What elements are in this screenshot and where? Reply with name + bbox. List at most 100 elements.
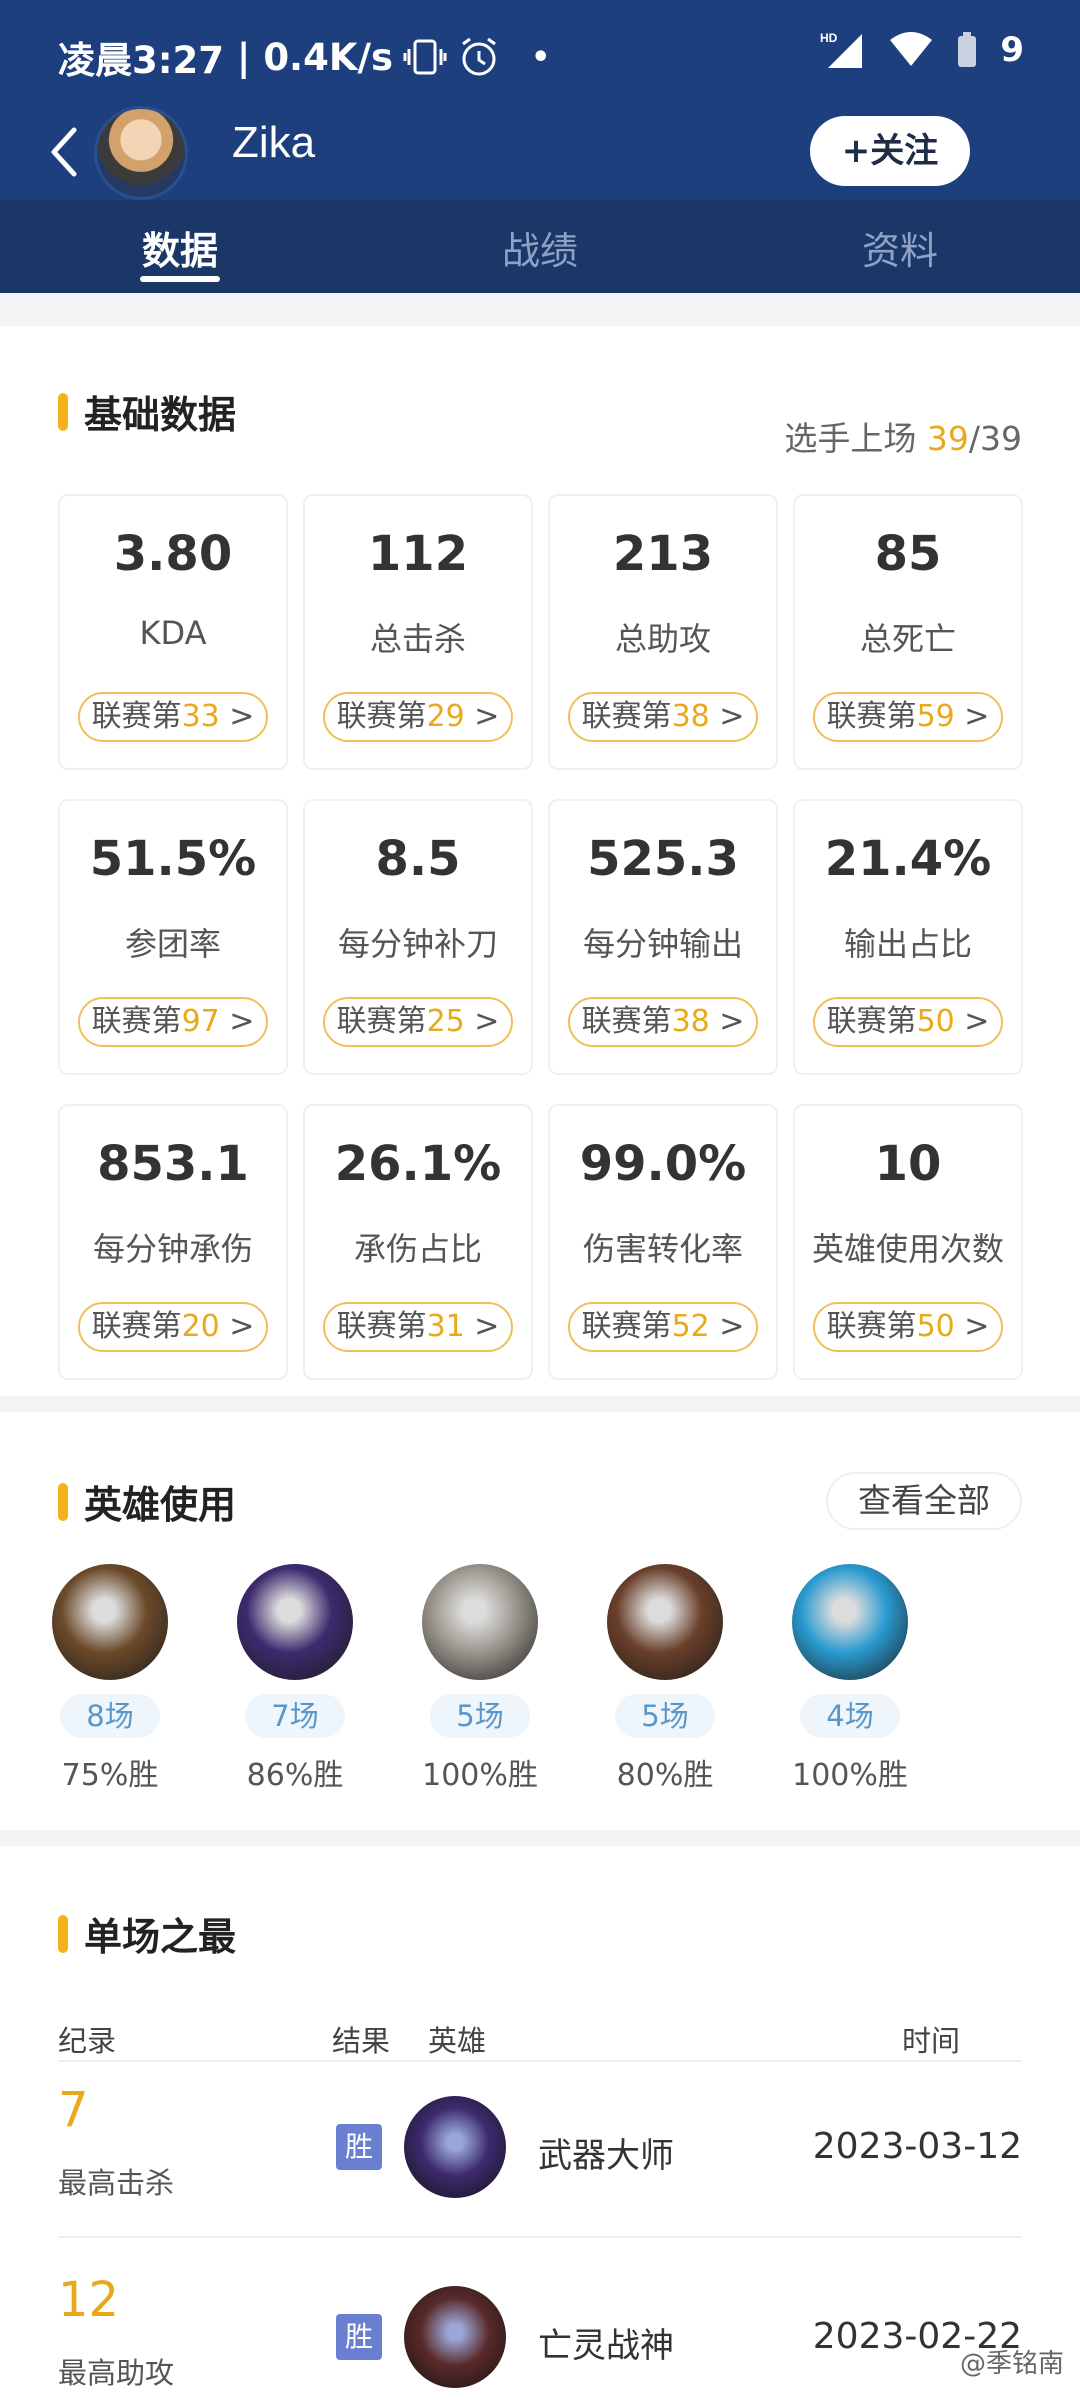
- rank-number: 50: [916, 1004, 955, 1039]
- stat-label: 参团率: [124, 925, 221, 963]
- stat-value: 112: [367, 526, 469, 582]
- league-rank-pill[interactable]: 联赛第38 >: [568, 997, 758, 1047]
- league-rank-pill[interactable]: 联赛第33 >: [78, 692, 268, 742]
- stat-box: 51.5% 参团率联赛第97 >: [58, 799, 288, 1075]
- player-name: Zika: [232, 118, 316, 167]
- league-rank-pill[interactable]: 联赛第97 >: [78, 997, 268, 1047]
- battery-icon: [958, 32, 977, 67]
- stat-label: 每分钟补刀: [337, 925, 498, 963]
- rank-number: 52: [671, 1309, 710, 1344]
- svg-text:HD: HD: [820, 31, 838, 45]
- played-total: /39: [968, 419, 1022, 458]
- stat-label: 承伤占比: [353, 1230, 482, 1268]
- rank-prefix: 联赛第: [581, 1004, 672, 1039]
- follow-button[interactable]: +关注: [810, 116, 970, 186]
- tab-record[interactable]: 战绩: [440, 220, 640, 275]
- rank-prefix: 联赛第: [826, 1004, 917, 1039]
- result-badge: 胜: [336, 2314, 382, 2360]
- player-avatar[interactable]: [94, 106, 188, 200]
- league-rank-pill[interactable]: 联赛第20 >: [78, 1302, 268, 1352]
- rank-number: 38: [671, 699, 710, 734]
- stat-box: 99.0% 伤害转化率联赛第52 >: [548, 1104, 778, 1380]
- view-all-button[interactable]: 查看全部: [826, 1472, 1022, 1530]
- hero-portrait: [607, 1564, 723, 1680]
- league-rank-pill[interactable]: 联赛第29 >: [323, 692, 513, 742]
- chevron-right-icon: >: [474, 699, 500, 734]
- league-rank-pill[interactable]: 联赛第50 >: [813, 1302, 1003, 1352]
- active-tab-indicator: [140, 276, 220, 282]
- stat-box: 213 总助攻联赛第38 >: [548, 494, 778, 770]
- hero-usage-title-text: 英雄使用: [84, 1483, 237, 1527]
- chevron-right-icon: >: [474, 1309, 500, 1344]
- rank-number: 31: [426, 1309, 465, 1344]
- record-date: 2023-03-12: [812, 2126, 1022, 2167]
- stat-box: 21.4% 输出占比 联赛第50 >: [793, 799, 1023, 1075]
- stat-box: 525.3 每分钟输出 联赛第38 >: [548, 799, 778, 1075]
- league-rank-pill[interactable]: 联赛第50 >: [813, 997, 1003, 1047]
- status-separator: |: [224, 35, 264, 79]
- hero-item[interactable]: 7场 86%胜: [205, 1564, 385, 1794]
- stat-label: 输出占比: [843, 925, 972, 963]
- rank-number: 29: [426, 699, 465, 734]
- record-value: 7: [58, 2082, 89, 2138]
- hero-item[interactable]: 5场 80%胜: [575, 1564, 755, 1794]
- hero-item[interactable]: 8场 75%胜: [20, 1564, 200, 1794]
- rank-prefix: 联赛第: [826, 1309, 917, 1344]
- rank-number: 20: [181, 1309, 220, 1344]
- stat-box: 3.80 KDA 联赛第33 >: [58, 494, 288, 770]
- league-rank-pill[interactable]: 联赛第38 >: [568, 692, 758, 742]
- rank-prefix: 联赛第: [336, 1004, 427, 1039]
- hero-item[interactable]: 4场 100%胜: [760, 1564, 940, 1794]
- status-right: HD 9: [820, 30, 1024, 70]
- rank-prefix: 联赛第: [91, 699, 182, 734]
- status-time: 凌晨3:27: [58, 39, 225, 82]
- stat-box: 10 英雄使用次数 联赛第50 >: [793, 1104, 1023, 1380]
- row-divider: [58, 2236, 1022, 2238]
- chevron-right-icon: >: [719, 1309, 745, 1344]
- tab-profile[interactable]: 资料: [800, 220, 1000, 275]
- result-badge: 胜: [336, 2124, 382, 2170]
- hero-portrait: [422, 1564, 538, 1680]
- row-divider: [58, 2060, 1022, 2062]
- hero-games-badge: 5场: [430, 1694, 530, 1738]
- stat-value: 51.5%: [89, 831, 257, 887]
- tab-data[interactable]: 数据: [80, 220, 280, 275]
- stat-label: 伤害转化率: [582, 1230, 743, 1268]
- league-rank-pill[interactable]: 联赛第52 >: [568, 1302, 758, 1352]
- rank-number: 25: [426, 1004, 465, 1039]
- nav-bar: Zika +关注: [0, 102, 1080, 200]
- stat-value: 853.1: [97, 1136, 249, 1192]
- league-rank-pill[interactable]: 联赛第25 >: [323, 997, 513, 1047]
- back-icon[interactable]: [44, 124, 84, 180]
- record-value: 12: [58, 2272, 120, 2328]
- stat-value: 213: [612, 526, 714, 582]
- hero-portrait: [237, 1564, 353, 1680]
- played-value: 39: [926, 419, 969, 458]
- hero-portrait[interactable]: [404, 2286, 506, 2388]
- best-title: 单场之最: [58, 1906, 236, 1961]
- stat-box: 112 总击杀 联赛第29 >: [303, 494, 533, 770]
- hero-games-badge: 5场: [615, 1694, 715, 1738]
- basic-stats-title-text: 基础数据: [84, 393, 237, 437]
- hero-portrait[interactable]: [404, 2096, 506, 2198]
- status-bar: 凌晨3:27 | 0.4K/s • HD 9: [0, 0, 1080, 112]
- league-rank-pill[interactable]: 联赛第59 >: [813, 692, 1003, 742]
- title-accent-bar: [58, 392, 68, 431]
- stat-label: 总助攻: [614, 620, 711, 658]
- title-accent-bar: [58, 1482, 68, 1521]
- rank-number: 97: [181, 1004, 220, 1039]
- played-label: 选手上场: [784, 419, 917, 458]
- title-accent-bar: [58, 1914, 68, 1953]
- rank-prefix: 联赛第: [826, 699, 917, 734]
- rank-number: 33: [181, 699, 220, 734]
- rank-prefix: 联赛第: [581, 1309, 672, 1344]
- rank-prefix: 联赛第: [336, 1309, 427, 1344]
- hero-item[interactable]: 5场 100%胜: [390, 1564, 570, 1794]
- hero-winrate: 80%胜: [616, 1758, 714, 1793]
- stat-value: 10: [874, 1136, 942, 1192]
- watermark: @季铭南: [959, 2349, 1064, 2379]
- record-label: 最高助攻: [58, 2356, 175, 2390]
- league-rank-pill[interactable]: 联赛第31 >: [323, 1302, 513, 1352]
- hero-name: 武器大师: [538, 2136, 674, 2176]
- stat-value: 99.0%: [579, 1136, 747, 1192]
